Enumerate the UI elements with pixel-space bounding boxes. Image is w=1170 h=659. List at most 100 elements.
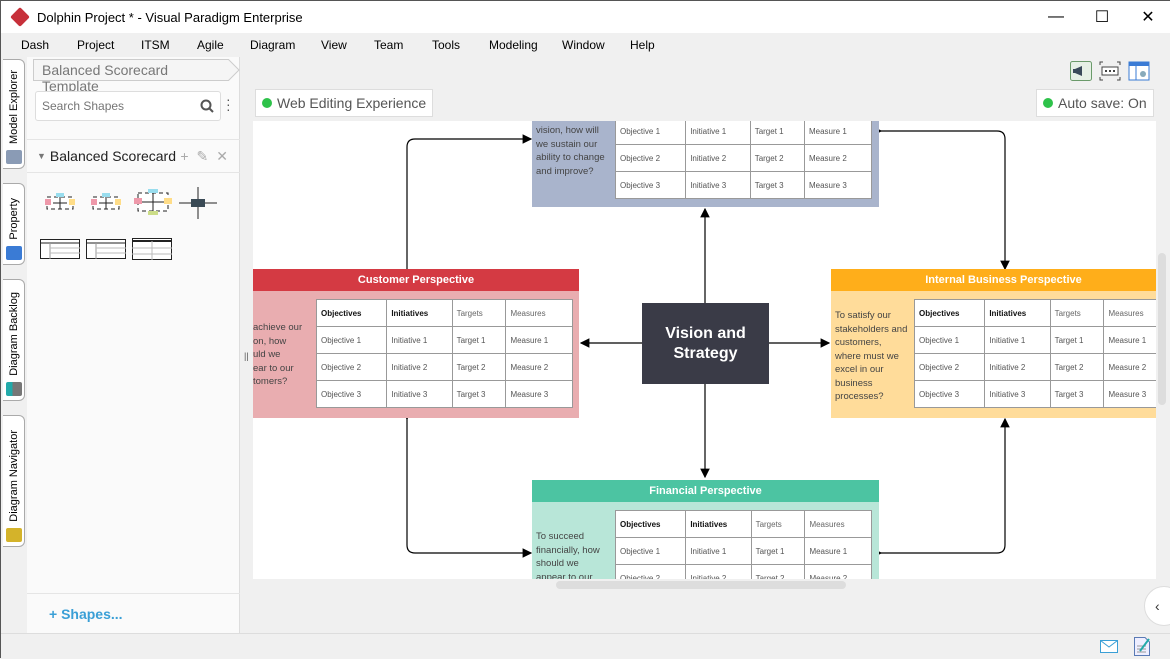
diagram-navigator-icon (5, 528, 22, 542)
table-shape-1-icon[interactable] (40, 239, 80, 259)
tab-diagram-navigator[interactable]: Diagram Navigator (3, 415, 25, 547)
add-icon[interactable]: + (180, 148, 188, 165)
table-cell: Target 2 (1049, 353, 1105, 381)
table-row: Objective 1 Initiative 1 Target 1 Measure 1 (315, 326, 573, 354)
question-text: To satisfy our (835, 310, 891, 321)
table-cell: Target 1 (451, 326, 507, 354)
header-cell: Objectives (913, 299, 986, 327)
header-cell: Measures (505, 299, 573, 327)
menu-tools[interactable]: Tools (432, 38, 460, 52)
table-shape-3-icon[interactable] (132, 238, 172, 260)
question-text: business (835, 377, 873, 389)
menu-agile[interactable]: Agile (197, 38, 224, 52)
table-cell: Target 2 (750, 564, 806, 579)
fit-view-icon[interactable] (1099, 61, 1121, 81)
menu-view[interactable]: View (321, 38, 347, 52)
header-cell: Initiatives (685, 510, 752, 538)
tab-property[interactable]: Property (3, 183, 25, 265)
breadcrumb[interactable]: Balanced Scorecard Template (33, 59, 229, 94)
table-cell: Initiative 1 (685, 117, 751, 145)
header-cell: Targets (750, 510, 806, 538)
menu-window[interactable]: Window (562, 38, 605, 52)
customer-table: Objectives Initiatives Targets Measures Obj… (315, 299, 573, 408)
question-text: should we (536, 558, 579, 569)
question-text: ability to change (536, 152, 605, 163)
maximize-button[interactable]: ☐ (1079, 1, 1125, 33)
horizontal-scrollbar[interactable] (556, 581, 846, 589)
table-cell: Initiative 2 (685, 144, 751, 172)
table-cell: Objective 1 (315, 326, 388, 354)
menu-project[interactable]: Project (77, 38, 114, 52)
title-bar: Dolphin Project * - Visual Paradigm Ente… (1, 1, 1170, 33)
notes-icon[interactable] (1134, 637, 1150, 656)
minimize-button[interactable]: — (1033, 1, 1079, 33)
table-cell: Measure 1 (505, 326, 573, 354)
table-cell: Initiative 3 (984, 380, 1051, 408)
menu-itsm[interactable]: ITSM (141, 38, 170, 52)
close-button[interactable]: ✕ (1125, 1, 1170, 33)
question-text: customers, (835, 337, 882, 348)
table-cell: Objective 2 (614, 144, 687, 172)
table-cell: Target 3 (749, 171, 805, 199)
tab-diagram-backlog[interactable]: Diagram Backlog (3, 279, 25, 401)
vision-strategy-shape-icon[interactable] (179, 187, 217, 219)
table-cell: Measure 2 (1103, 353, 1156, 381)
table-cell: Initiative 3 (386, 380, 453, 408)
search-input[interactable] (42, 99, 192, 113)
table-cell: Objective 1 (614, 117, 687, 145)
table-row: Objective 3 Initiative 3 Target 3 Measure 3 (913, 380, 1156, 408)
menu-help[interactable]: Help (630, 38, 655, 52)
header-cell: Objectives (315, 299, 388, 327)
question-text: appear to our (536, 571, 593, 580)
table-cell: Initiative 1 (984, 326, 1051, 354)
panel-resize-handle[interactable]: || (244, 351, 249, 361)
layout-panel-icon[interactable] (1128, 61, 1150, 81)
table-cell: Target 1 (1049, 326, 1105, 354)
vision-strategy-box[interactable]: Vision and Strategy (642, 303, 769, 384)
announcement-icon[interactable] (1070, 61, 1092, 81)
vertical-scrollbar[interactable] (1158, 253, 1166, 405)
table-cell: Objective 3 (614, 171, 687, 199)
header-cell: Targets (451, 299, 507, 327)
remove-icon[interactable]: ✕ (216, 148, 228, 165)
header-cell: Objectives (614, 510, 687, 538)
internal-business-perspective[interactable]: Internal Business Perspective To satisfy… (831, 269, 1156, 418)
menu-modeling[interactable]: Modeling (489, 38, 538, 52)
tab-model-explorer[interactable]: Model Explorer (3, 59, 25, 169)
financial-perspective[interactable]: Financial Perspective To succeed financi… (532, 480, 879, 579)
header-cell: Measures (1103, 299, 1156, 327)
web-editing-label: Web Editing Experience (277, 95, 427, 111)
balanced-scorecard-section[interactable]: ▼ Balanced Scorecard + ✎ ✕ (27, 139, 240, 173)
customer-perspective[interactable]: Customer Perspective achieve our on, how… (253, 269, 579, 418)
menu-dash[interactable]: Dash (21, 38, 49, 52)
learning-growth-perspective[interactable]: vision, how will we sustain our ability … (532, 117, 879, 207)
edit-icon[interactable]: ✎ (197, 148, 209, 165)
table-row: Objective 1 Initiative 1 Target 1 Measure 1 (614, 117, 873, 145)
table-cell: Target 1 (750, 537, 806, 565)
question-text: ear to our (253, 362, 294, 374)
search-shapes[interactable] (35, 91, 221, 121)
menu-diagram[interactable]: Diagram (250, 38, 295, 52)
table-cell: Initiative 3 (685, 171, 751, 199)
property-icon (5, 246, 22, 260)
search-icon[interactable] (200, 99, 214, 113)
connector-internal-financial (872, 417, 1010, 558)
web-editing-badge[interactable]: Web Editing Experience (255, 89, 434, 117)
status-bar (1, 633, 1170, 659)
table-row: Objective 3 Initiative 3 Target 3 Measure 3 (315, 380, 573, 408)
collapse-caret-icon[interactable]: ▼ (37, 151, 46, 161)
question-text: financially, how (536, 544, 600, 556)
scorecard-shape-3-icon[interactable] (134, 187, 172, 217)
more-options-icon[interactable]: · · · (226, 92, 231, 116)
add-shapes-link[interactable]: + Shapes... (49, 606, 123, 622)
table-cell: Target 3 (1049, 380, 1105, 408)
internal-table: Objectives Initiatives Targets Measures Obj… (913, 299, 1156, 408)
auto-save-badge[interactable]: Auto save: On (1036, 89, 1154, 117)
mail-icon[interactable] (1100, 640, 1118, 653)
table-shape-2-icon[interactable] (86, 239, 126, 259)
table-row: Objective 3 Initiative 3 Target 3 Measure 3 (614, 171, 873, 199)
scorecard-shape-1-icon[interactable] (45, 191, 75, 215)
scorecard-shape-2-icon[interactable] (91, 191, 121, 215)
table-cell: Initiative 1 (685, 537, 752, 565)
menu-team[interactable]: Team (374, 38, 403, 52)
